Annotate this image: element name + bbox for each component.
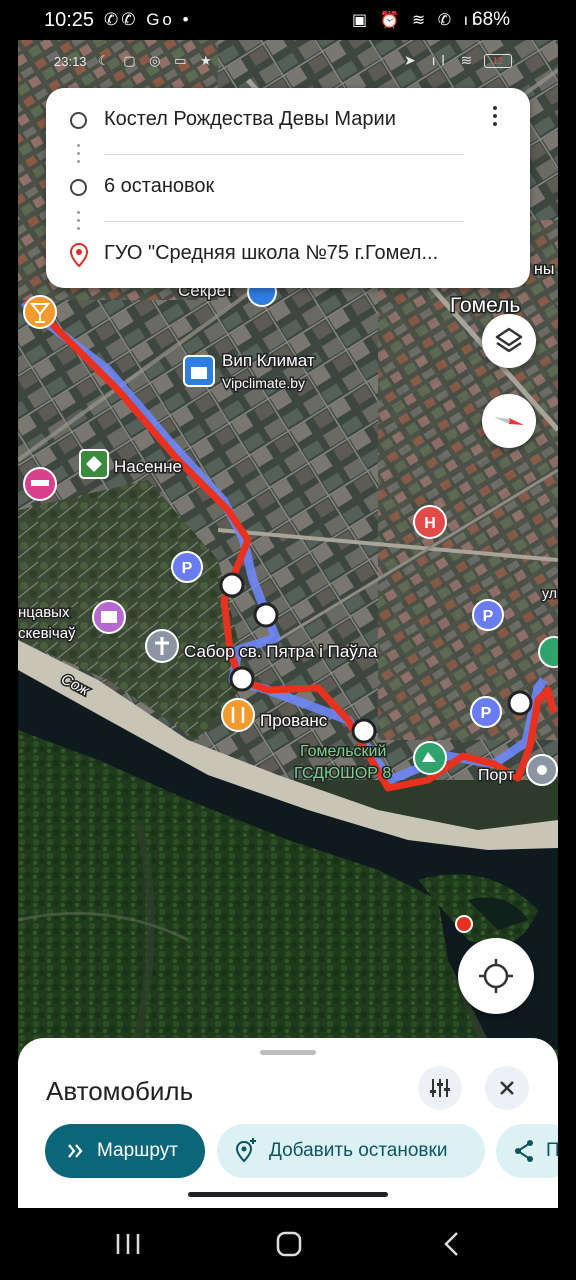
destination-pin-icon — [69, 243, 89, 267]
divider — [104, 221, 464, 222]
restaurant-pin-icon[interactable] — [221, 698, 255, 732]
shop-pin-icon[interactable] — [79, 449, 109, 479]
back-icon[interactable] — [444, 1232, 458, 1256]
map-label-gomelsky: Гомельский — [300, 743, 386, 760]
my-location-button[interactable] — [458, 938, 534, 1014]
map-label-vipclimate: Vipclimate.by — [222, 375, 305, 391]
share-button[interactable]: П — [496, 1124, 558, 1178]
system-nav-bar — [0, 1208, 576, 1280]
stop-marker[interactable] — [253, 602, 279, 628]
route-card: Костел Рождества Девы Марии 6 остановок … — [46, 88, 530, 288]
add-stops-button[interactable]: Добавить остановки — [217, 1124, 485, 1178]
map-label-ntsavyh: нцавых — [18, 604, 70, 621]
shopping-pin-icon[interactable] — [183, 355, 215, 387]
stops-circle-icon — [70, 179, 87, 196]
stops-row[interactable]: 6 остановок — [46, 163, 530, 222]
home-icon[interactable] — [276, 1231, 302, 1257]
compass-icon — [494, 417, 524, 425]
hospital-pin-icon[interactable]: H — [413, 505, 447, 539]
stop-marker[interactable] — [507, 690, 533, 716]
compass-button[interactable] — [482, 394, 536, 448]
inner-battery: 12 — [484, 54, 512, 68]
status-time: 10:25 — [44, 9, 95, 31]
stop-marker[interactable] — [219, 572, 245, 598]
notification-icons: ✆✆ Go • — [104, 10, 192, 29]
route-button-label: Маршрут — [97, 1140, 178, 1161]
share-label: П — [546, 1140, 558, 1161]
hotel-pin-icon[interactable] — [23, 467, 57, 501]
close-button[interactable] — [485, 1066, 529, 1110]
bottom-sheet: Автомобиль Маршрут Добавить остановки П — [18, 1038, 558, 1208]
stop-marker[interactable] — [229, 666, 255, 692]
map-label-ny: ны — [534, 261, 554, 278]
origin-row[interactable]: Костел Рождества Девы Марии — [46, 96, 530, 155]
sheet-drag-handle[interactable] — [260, 1050, 316, 1055]
tune-icon — [430, 1079, 450, 1097]
recent-apps-icon[interactable] — [116, 1234, 140, 1254]
map-label-vip-klimat: Вип Климат — [222, 351, 315, 370]
travel-mode-title: Автомобиль — [46, 1076, 194, 1106]
destination-dot[interactable] — [455, 915, 473, 933]
stop-marker[interactable] — [351, 718, 377, 744]
my-location-icon — [479, 959, 513, 993]
inner-status-time: 23:13 — [54, 54, 87, 69]
route-button[interactable]: Маршрут — [45, 1124, 205, 1178]
layers-icon — [495, 327, 523, 353]
map-label-skevichau: скевічаў — [18, 625, 76, 642]
parking-icon[interactable]: P — [171, 551, 203, 583]
origin-circle-icon — [70, 112, 87, 129]
museum-pin-icon[interactable] — [92, 600, 126, 634]
stops-label: 6 остановок — [104, 175, 215, 197]
add-location-icon — [235, 1138, 256, 1163]
layers-button[interactable] — [482, 314, 536, 368]
map-label-nasenne: Насенне — [114, 457, 182, 476]
divider — [104, 154, 464, 155]
battery-level: 68% — [472, 9, 511, 30]
home-indicator — [188, 1192, 388, 1197]
parking-icon[interactable]: P — [470, 696, 502, 728]
inner-status-icons: ☾ ▢ ◎ ▭ ★ — [98, 53, 217, 68]
status-bar: 10:25 ✆✆ Go • ▣ ⏰ ≋ ✆ ıl 68% — [0, 0, 576, 40]
map-label-ul: ул — [542, 585, 557, 601]
add-stops-label: Добавить остановки — [269, 1140, 448, 1161]
app-screen: P P P H Гомель Секрет Вип Климат Vipclim… — [18, 40, 558, 1208]
map-label-sabor: Сабор св. Пятра і Паўла — [184, 642, 378, 661]
more-options-icon[interactable] — [486, 106, 504, 136]
destination-label: ГУО "Средняя школа №75 г.Гомел... — [104, 242, 439, 264]
parking-icon[interactable]: P — [472, 599, 504, 631]
svg-text:P: P — [483, 608, 494, 625]
inner-status-right-icons: ➤ ıl ≋ — [404, 52, 479, 68]
svg-text:P: P — [182, 560, 193, 577]
map-label-gsdyushor: ГСДЮШОР 8 — [294, 765, 391, 782]
share-icon — [515, 1140, 533, 1162]
origin-pin-icon[interactable] — [23, 295, 57, 329]
map-label-provans: Прованс — [260, 711, 328, 730]
double-chevron-icon — [68, 1144, 83, 1158]
svg-text:H: H — [424, 515, 436, 532]
system-icons: ▣ ⏰ ≋ ✆ ıl — [352, 12, 480, 29]
sport-pin-icon[interactable] — [413, 741, 447, 775]
close-icon — [500, 1081, 514, 1095]
inner-status-bar: 23:13 ☾ ▢ ◎ ▭ ★ ➤ ıl ≋ 12 — [18, 40, 558, 84]
church-pin-icon[interactable] — [145, 629, 179, 663]
destination-row[interactable]: ГУО "Средняя школа №75 г.Гомел... — [46, 230, 530, 280]
route-options-button[interactable] — [418, 1066, 462, 1110]
svg-text:P: P — [481, 705, 492, 722]
place-pin-icon[interactable] — [526, 754, 558, 786]
map-label-port: Порт — [478, 767, 515, 784]
origin-label: Костел Рождества Девы Марии — [104, 108, 396, 130]
